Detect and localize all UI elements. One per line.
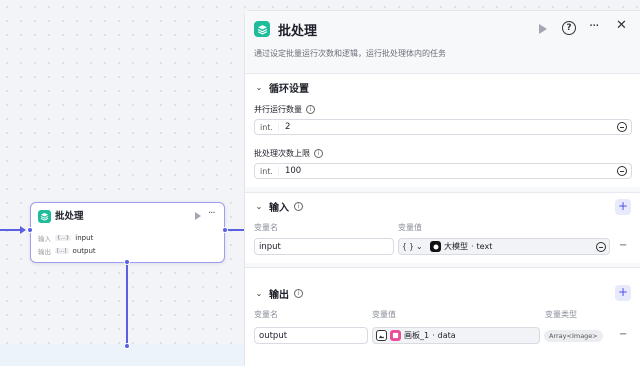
incoming-edge[interactable] <box>0 229 22 231</box>
panel-title: 批处理 <box>278 24 318 39</box>
section-header[interactable]: ⌄ 输入 i <box>254 199 303 214</box>
output-var-name[interactable]: output <box>254 327 368 344</box>
remove-row-button[interactable]: − <box>619 240 627 251</box>
clear-icon[interactable] <box>596 242 606 252</box>
node-input-port[interactable] <box>27 227 33 233</box>
stepper-icon[interactable] <box>617 122 627 132</box>
node-output-port[interactable] <box>222 227 228 233</box>
run-icon[interactable] <box>539 24 547 34</box>
node-row-label: 输出 <box>38 248 51 256</box>
close-icon[interactable]: ✕ <box>616 18 627 33</box>
input-var-ref[interactable]: { } ⌄ 大模型 · text <box>398 238 610 255</box>
col-value-header: 变量值 <box>372 310 396 319</box>
outgoing-edge[interactable] <box>225 229 245 231</box>
section-title: 循环设置 <box>269 84 309 95</box>
concurrency-label-text: 并行运行数量 <box>254 105 302 114</box>
stepper-icon[interactable] <box>617 166 627 176</box>
play-icon[interactable] <box>195 212 201 220</box>
node-config-panel: 批处理 ? ··· ✕ 通过设定批量运行次数和逻辑，运行批处理体内的任务 ⌄ 循… <box>244 10 640 366</box>
output-type-badge[interactable]: Array<Image> <box>544 330 603 342</box>
info-icon[interactable]: i <box>294 289 303 298</box>
info-icon[interactable]: i <box>314 149 323 158</box>
body-end-port[interactable] <box>124 343 130 349</box>
node-row-tag: [...] <box>55 248 69 254</box>
output-var-ref[interactable]: 画板_1 · data <box>372 327 540 344</box>
info-icon[interactable]: i <box>306 105 315 114</box>
incoming-edge-arrow <box>20 226 26 234</box>
panel-header: 批处理 ? ··· ✕ 通过设定批量运行次数和逻辑，运行批处理体内的任务 <box>245 11 640 73</box>
node-row-value: output <box>72 247 96 255</box>
node-input-row: 输入 {...} input <box>38 233 93 243</box>
section-header[interactable]: ⌄ 输出 i <box>254 286 303 301</box>
col-name-header: 变量名 <box>254 223 278 232</box>
ref-source: 画板_1 <box>404 331 430 340</box>
type-prefix: int. <box>255 122 279 132</box>
more-icon[interactable]: ··· <box>589 19 599 34</box>
input-section: ⌄ 输入 i + 变量名 变量值 input { } ⌄ 大模型 · text … <box>245 192 640 263</box>
max-batch-label-text: 批处理次数上限 <box>254 149 310 158</box>
max-batch-field[interactable]: int. 100 <box>254 163 632 179</box>
ref-type-icon: { } <box>402 242 414 251</box>
node-title: 批处理 <box>55 211 84 222</box>
input-var-name[interactable]: input <box>254 238 394 255</box>
chevron-down-icon[interactable]: ⌄ <box>254 289 264 298</box>
canvas-board-icon <box>390 330 401 341</box>
section-title: 输出 <box>269 290 289 301</box>
ref-separator: · <box>471 242 474 251</box>
output-section: ⌄ 输出 i + 变量名 变量值 变量类型 output 画板_1 · data… <box>245 267 640 366</box>
batch-node[interactable]: 批处理 ··· 输入 {...} input 输出 [...] output <box>30 202 225 263</box>
node-row-label: 输入 <box>38 235 51 243</box>
batch-icon <box>254 21 270 37</box>
col-value-header: 变量值 <box>398 223 422 232</box>
concurrency-label: 并行运行数量 i <box>254 104 315 115</box>
more-icon[interactable]: ··· <box>208 208 215 219</box>
max-batch-label: 批处理次数上限 i <box>254 148 323 159</box>
section-title: 输入 <box>269 203 289 214</box>
ref-field: data <box>437 331 456 340</box>
type-prefix: int. <box>255 166 279 176</box>
node-row-value: input <box>75 234 94 242</box>
canvas-bottom-strip <box>0 344 260 366</box>
node-output-row: 输出 [...] output <box>38 246 96 256</box>
info-icon[interactable]: i <box>294 202 303 211</box>
batch-body-edge[interactable] <box>126 262 128 346</box>
chevron-down-icon[interactable]: ⌄ <box>254 83 264 92</box>
help-icon[interactable]: ? <box>562 21 576 35</box>
node-row-tag: {...} <box>55 235 72 241</box>
ref-source: 大模型 <box>444 242 468 251</box>
image-icon <box>376 330 387 341</box>
concurrency-value[interactable]: 2 <box>279 122 290 132</box>
ref-separator: · <box>432 331 435 340</box>
col-name-header: 变量名 <box>254 310 278 319</box>
max-batch-value[interactable]: 100 <box>279 166 301 176</box>
ref-field: text <box>476 242 493 251</box>
batch-icon <box>38 210 51 223</box>
concurrency-field[interactable]: int. 2 <box>254 119 632 135</box>
remove-row-button[interactable]: − <box>619 329 627 340</box>
llm-icon <box>430 241 441 252</box>
chevron-down-icon[interactable]: ⌄ <box>254 202 264 211</box>
panel-description: 通过设定批量运行次数和逻辑，运行批处理体内的任务 <box>254 49 446 58</box>
loop-settings-section: ⌄ 循环设置 并行运行数量 i int. 2 批处理次数上限 i int. 10… <box>245 73 640 187</box>
ref-chip: 画板_1 · data <box>376 330 456 341</box>
chevron-down-icon[interactable]: ⌄ <box>416 242 423 251</box>
node-body-port[interactable] <box>124 259 130 265</box>
add-input-button[interactable]: + <box>615 199 631 215</box>
add-output-button[interactable]: + <box>615 285 631 301</box>
ref-chip: 大模型 · text <box>430 241 492 252</box>
section-header[interactable]: ⌄ 循环设置 <box>254 80 309 95</box>
col-type-header: 变量类型 <box>545 310 577 319</box>
